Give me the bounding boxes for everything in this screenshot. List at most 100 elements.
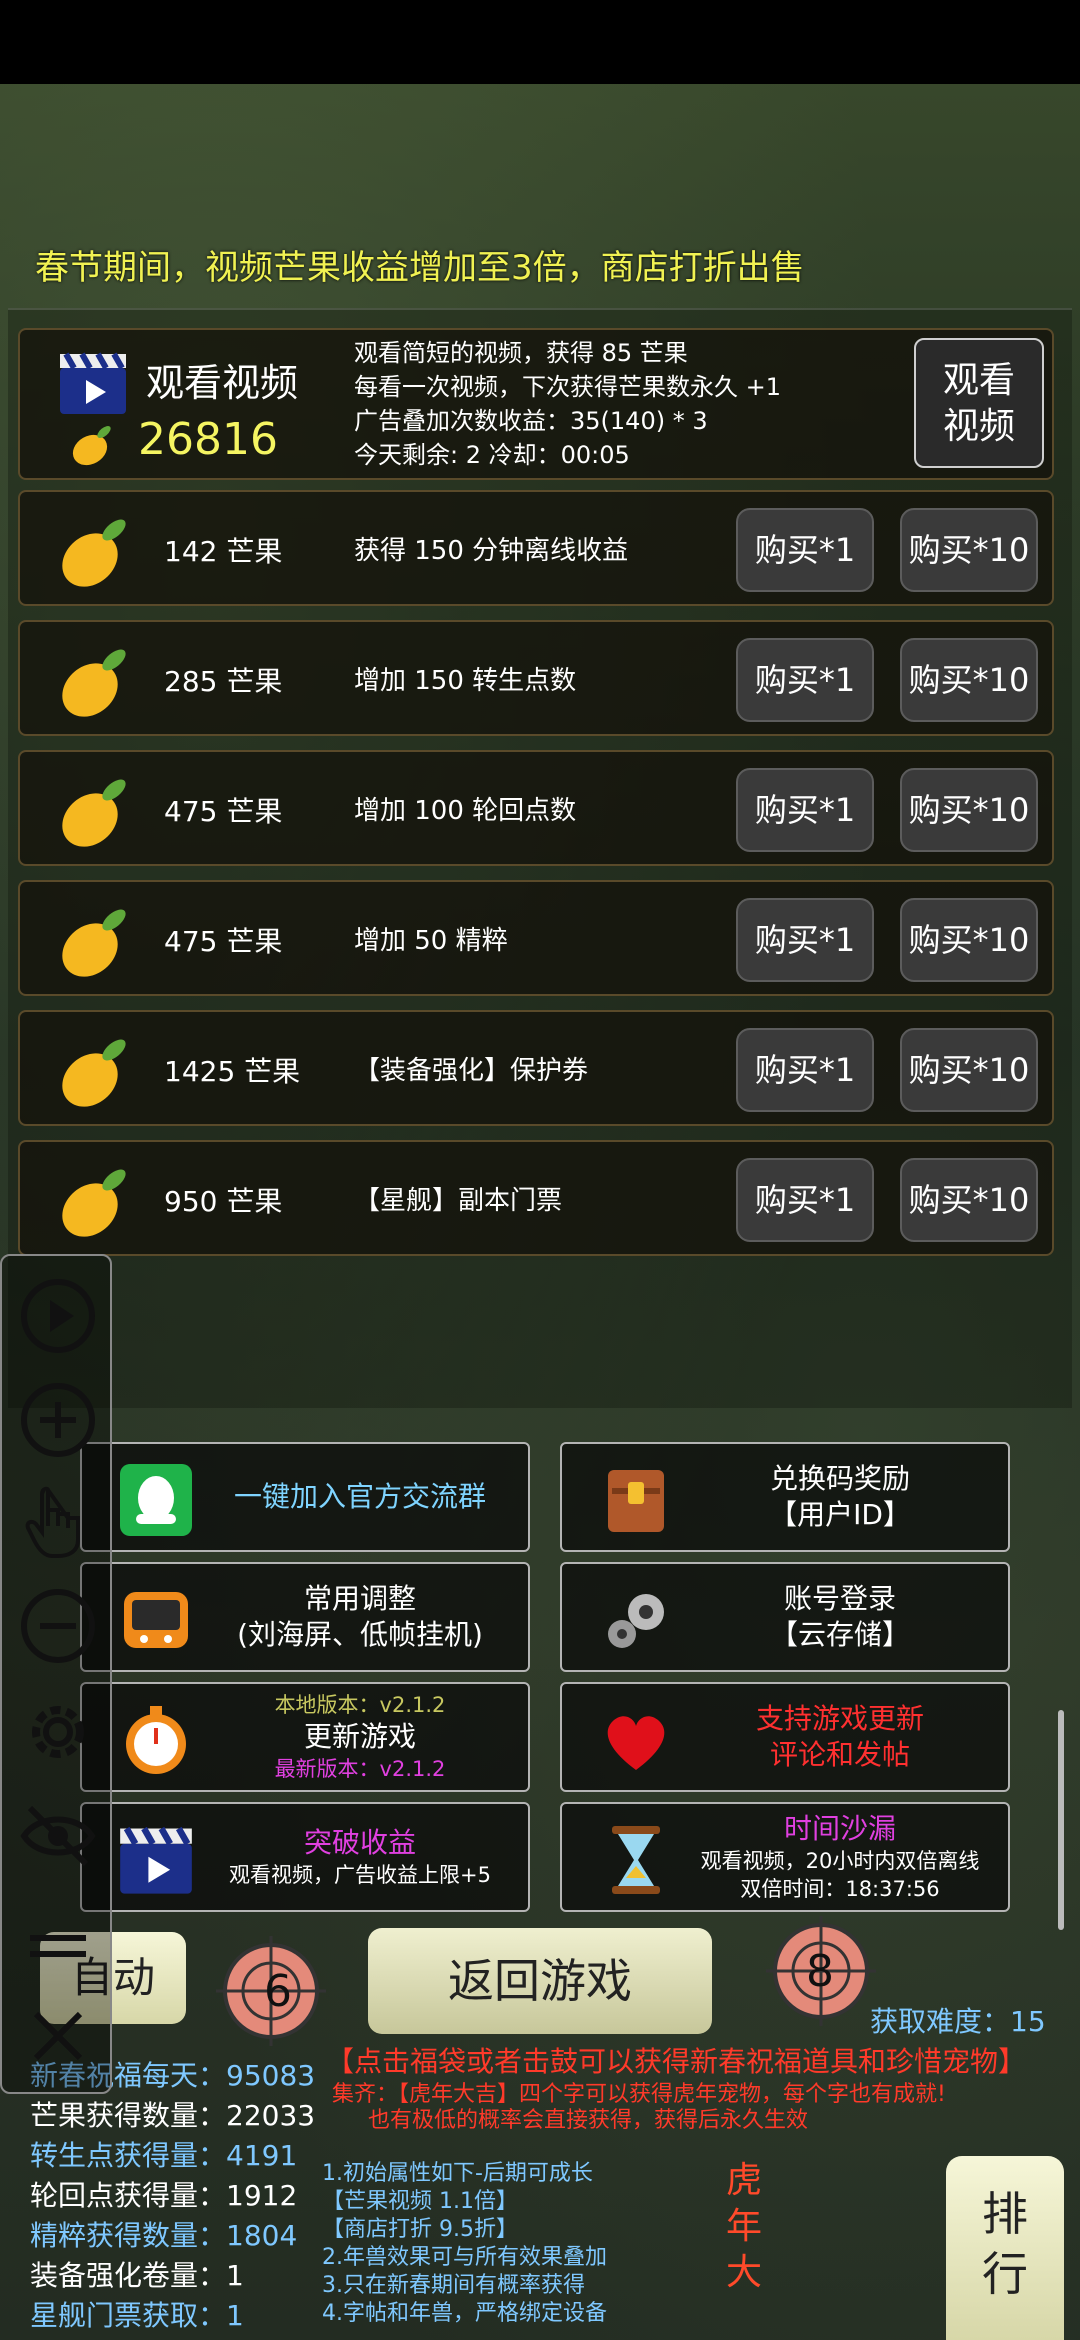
update-game-button[interactable]: 本地版本：v2.1.2 更新游戏 最新版本：v2.1.2 bbox=[80, 1682, 530, 1792]
hourglass-subtitle: 观看视频，20小时内双倍离线 bbox=[700, 1849, 980, 1873]
video-info-line: 观看简短的视频，获得 85 芒果 bbox=[354, 339, 688, 367]
difficulty-label: 获取难度：15 bbox=[870, 2005, 1046, 2038]
common-settings-label: 常用调整 bbox=[303, 1582, 416, 1615]
latest-version: 最新版本：v2.1.2 bbox=[274, 1757, 446, 1781]
join-group-button[interactable]: 一键加入官方交流群 bbox=[80, 1442, 530, 1552]
item-description: 【装备强化】保护券 bbox=[354, 1056, 589, 1086]
local-version: 本地版本：v2.1.2 bbox=[274, 1693, 446, 1717]
floating-toolbar bbox=[0, 1254, 112, 2094]
stopwatch-icon bbox=[126, 1706, 186, 1774]
stat-line: 装备强化卷量：1 bbox=[30, 2259, 244, 2292]
hourglass-button[interactable]: 时间沙漏 观看视频，20小时内双倍离线 双倍时间：18:37:56 bbox=[560, 1802, 1010, 1912]
tiger-year-chars: 虎 年 大 bbox=[724, 2158, 764, 2296]
scrollbar[interactable] bbox=[1058, 1710, 1064, 1930]
buy-1-button[interactable]: 购买*1 bbox=[736, 638, 874, 722]
mango-icon bbox=[62, 649, 126, 717]
update-game-label: 更新游戏 bbox=[303, 1720, 416, 1753]
stats-list: 新春祝福每天：95083 芒果获得数量：22033 转生点获得量：4191 轮回… bbox=[30, 2056, 315, 2336]
video-info-line: 今天剩余: 2 冷却：00:05 bbox=[354, 441, 630, 469]
buy-1-button[interactable]: 购买*1 bbox=[736, 768, 874, 852]
return-game-button[interactable]: 返回游戏 bbox=[368, 1928, 712, 2034]
zoom-in-icon[interactable] bbox=[18, 1380, 98, 1460]
stat-line: 星舰门票获取：1 bbox=[30, 2299, 244, 2332]
breakthrough-title: 突破收益 bbox=[303, 1826, 416, 1859]
account-login-label: 账号登录 bbox=[783, 1582, 896, 1615]
gears-icon bbox=[608, 1594, 664, 1648]
support-game-sublabel: 评论和发帖 bbox=[769, 1738, 910, 1771]
clapperboard-icon bbox=[120, 1826, 192, 1894]
menu-icon[interactable] bbox=[18, 1920, 98, 1980]
watch-video-label-2: 视频 bbox=[942, 406, 1015, 447]
play-icon[interactable] bbox=[18, 1276, 98, 1356]
item-price: 285 芒果 bbox=[164, 665, 283, 698]
shop-item-row: 142 芒果 获得 150 分钟离线收益 购买*1 购买*10 bbox=[18, 490, 1054, 606]
promo-subtext-line: 也有极低的概率会直接获得，获得后永久生效 bbox=[368, 2108, 809, 2133]
treasure-book-icon bbox=[608, 1470, 664, 1532]
drum-count-right: 8 bbox=[806, 1946, 834, 1997]
rule-line: 【芒果视频 1.1倍】 bbox=[322, 2189, 518, 2214]
rule-line: 4.字帖和年兽，严格绑定设备 bbox=[322, 2301, 607, 2326]
promo-subtext-line: 集齐：【虎年大吉】四个字可以获得虎年宠物，每个字也有成就! bbox=[332, 2082, 946, 2107]
support-game-label: 支持游戏更新 bbox=[755, 1702, 924, 1735]
buy-10-button[interactable]: 购买*10 bbox=[900, 768, 1038, 852]
item-description: 【星舰】副本门票 bbox=[354, 1186, 563, 1216]
gear-icon[interactable] bbox=[18, 1692, 98, 1772]
status-bar bbox=[0, 0, 1080, 84]
item-price: 475 芒果 bbox=[164, 925, 283, 958]
ranking-button[interactable]: 排 行 bbox=[946, 2156, 1064, 2340]
tap-hand-icon[interactable] bbox=[18, 1480, 98, 1560]
video-info-line: 每看一次视频，下次获得芒果数永久 +1 bbox=[354, 373, 782, 401]
video-info-line: 广告叠加次数收益：35(140) * 3 bbox=[354, 407, 708, 435]
mango-icon bbox=[62, 779, 126, 847]
buy-10-button[interactable]: 购买*10 bbox=[900, 1158, 1038, 1242]
video-info: 观看简短的视频，获得 85 芒果 每看一次视频，下次获得芒果数永久 +1 广告叠… bbox=[354, 336, 781, 472]
shop-item-row: 285 芒果 增加 150 转生点数 购买*1 购买*10 bbox=[18, 620, 1054, 736]
stat-line: 转生点获得量：4191 bbox=[30, 2139, 298, 2172]
item-price: 475 芒果 bbox=[164, 795, 283, 828]
buy-1-button[interactable]: 购买*1 bbox=[736, 508, 874, 592]
item-description: 增加 150 转生点数 bbox=[354, 666, 577, 696]
rule-line: 3.只在新春期间有概率获得 bbox=[322, 2273, 585, 2298]
rules-list: 1.初始属性如下-后期可成长 【芒果视频 1.1倍】 【商店打折 9.5折】 2… bbox=[322, 2160, 607, 2328]
redeem-code-button[interactable]: 兑换码奖励 【用户ID】 bbox=[560, 1442, 1010, 1552]
drum-count-left: 6 bbox=[264, 1966, 292, 2017]
qq-icon bbox=[120, 1464, 192, 1536]
item-description: 增加 100 轮回点数 bbox=[354, 796, 577, 826]
zoom-out-icon[interactable] bbox=[18, 1586, 98, 1666]
buy-1-button[interactable]: 购买*1 bbox=[736, 1028, 874, 1112]
buy-10-button[interactable]: 购买*10 bbox=[900, 898, 1038, 982]
shop-item-row: 1425 芒果 【装备强化】保护券 购买*1 购买*10 bbox=[18, 1010, 1054, 1126]
shop-item-row: 950 芒果 【星舰】副本门票 购买*1 购买*10 bbox=[18, 1140, 1054, 1256]
buy-1-button[interactable]: 购买*1 bbox=[736, 898, 874, 982]
common-settings-button[interactable]: 常用调整 (刘海屏、低帧挂机) bbox=[80, 1562, 530, 1672]
hourglass-icon bbox=[612, 1826, 660, 1894]
stat-line: 轮回点获得量：1912 bbox=[30, 2179, 298, 2212]
mango-icon bbox=[62, 1169, 126, 1237]
redeem-code-sublabel: 【用户ID】 bbox=[769, 1498, 911, 1531]
buy-10-button[interactable]: 购买*10 bbox=[900, 638, 1038, 722]
close-icon[interactable] bbox=[18, 1996, 98, 2076]
rule-line: 2.年兽效果可与所有效果叠加 bbox=[322, 2245, 607, 2270]
eye-hidden-icon[interactable] bbox=[18, 1796, 98, 1876]
mango-icon bbox=[62, 909, 126, 977]
account-login-button[interactable]: 账号登录 【云存储】 bbox=[560, 1562, 1010, 1672]
mango-icon bbox=[62, 1039, 126, 1107]
breakthrough-earnings-button[interactable]: 突破收益 观看视频，广告收益上限+5 bbox=[80, 1802, 530, 1912]
mango-icon bbox=[72, 426, 111, 466]
tiger-char: 大 bbox=[725, 2252, 762, 2293]
event-banner: 春节期间，视频芒果收益增加至3倍，商店打折出售 bbox=[35, 248, 805, 288]
support-game-button[interactable]: 支持游戏更新 评论和发帖 bbox=[560, 1682, 1010, 1792]
promo-text: 【点击福袋或者击鼓可以获得新春祝福道具和珍惜宠物】 bbox=[326, 2045, 1027, 2078]
buy-10-button[interactable]: 购买*10 bbox=[900, 508, 1038, 592]
rule-line: 【商店打折 9.5折】 bbox=[322, 2217, 518, 2242]
video-title: 观看视频 bbox=[146, 361, 299, 405]
mango-icon bbox=[62, 519, 126, 587]
watch-video-row: 观看视频 26816 观看简短的视频，获得 85 芒果 每看一次视频，下次获得芒… bbox=[18, 328, 1054, 480]
buy-10-button[interactable]: 购买*10 bbox=[900, 1028, 1038, 1112]
shop-item-row: 475 芒果 增加 100 轮回点数 购买*1 购买*10 bbox=[18, 750, 1054, 866]
item-description: 增加 50 精粹 bbox=[354, 926, 508, 956]
rule-line: 1.初始属性如下-后期可成长 bbox=[322, 2161, 593, 2186]
breakthrough-subtitle: 观看视频，广告收益上限+5 bbox=[229, 1863, 491, 1887]
watch-video-button[interactable]: 观看 视频 bbox=[914, 338, 1044, 468]
buy-1-button[interactable]: 购买*1 bbox=[736, 1158, 874, 1242]
